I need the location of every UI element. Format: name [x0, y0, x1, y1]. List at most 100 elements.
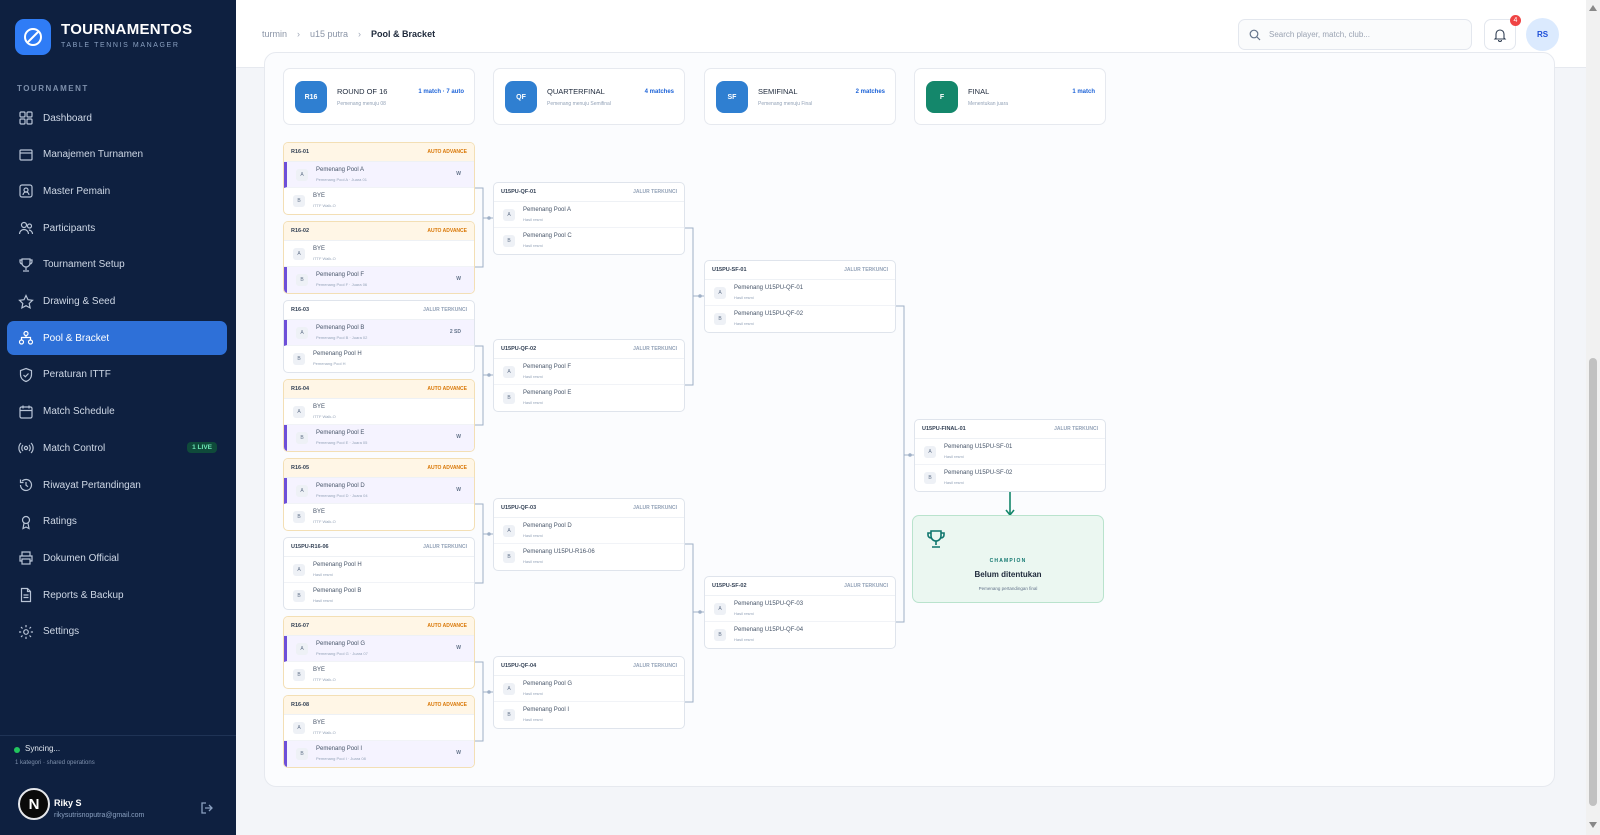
- round-header-f: F FINAL Menentukan juara 1 match: [914, 68, 1106, 125]
- match-card-r16[interactable]: R16-01 AUTO ADVANCE A Pemenang Pool A Pe…: [283, 142, 475, 215]
- match-slot[interactable]: A Pemenang Pool G Hasil resmi: [494, 676, 684, 702]
- sync-status: Syncing...: [25, 744, 61, 753]
- match-slot[interactable]: A Pemenang Pool D Hasil resmi: [494, 518, 684, 544]
- slot-note: Hasil resmi: [944, 480, 964, 485]
- sidebar-item-match-schedule[interactable]: Match Schedule: [7, 395, 227, 429]
- match-card-qf[interactable]: U15PU-QF-02 JALUR TERKUNCI A Pemenang Po…: [493, 339, 685, 412]
- match-card-sf[interactable]: U15PU-SF-02 JALUR TERKUNCI A Pemenang U1…: [704, 576, 896, 649]
- slot-note: Pemenang Pool E · Juara 05: [316, 440, 368, 445]
- app-name: TOURNAMENTOS: [61, 21, 193, 38]
- slot-player: Pemenang Pool F: [523, 364, 572, 370]
- match-slot[interactable]: B BYE ITTF Walk-O: [284, 188, 474, 214]
- slot-player: BYE: [313, 667, 326, 673]
- sidebar-item-riwayat-pertandingan[interactable]: Riwayat Pertandingan: [7, 468, 227, 502]
- breadcrumb-item-category[interactable]: u15 putra: [310, 29, 348, 39]
- match-slot[interactable]: B Pemenang Pool E Hasil resmi: [494, 385, 684, 411]
- champion-subtitle: Pemenang pertandingan final: [978, 586, 1038, 591]
- sidebar-item-peraturan-ittf[interactable]: Peraturan ITTF: [7, 358, 227, 392]
- match-slot[interactable]: A Pemenang Pool F Hasil resmi: [494, 359, 684, 385]
- match-slot[interactable]: A Pemenang Pool A Hasil resmi: [494, 202, 684, 228]
- breadcrumb-item-tournament[interactable]: turmin: [262, 29, 287, 39]
- round-code-badge: F: [926, 81, 958, 113]
- sidebar-item-tournament-setup[interactable]: Tournament Setup: [7, 248, 227, 282]
- notification-badge: 4: [1510, 15, 1521, 26]
- sidebar-item-manajemen-turnamen[interactable]: Manajemen Turnamen: [7, 138, 227, 172]
- match-slot[interactable]: A Pemenang Pool B Pemenang Pool B · Juar…: [284, 320, 474, 346]
- match-card-r16[interactable]: R16-03 JALUR TERKUNCI A Pemenang Pool B …: [283, 300, 475, 373]
- slot-note: Hasil resmi: [523, 717, 543, 722]
- match-slot[interactable]: B Pemenang Pool B Hasil resmi: [284, 583, 474, 609]
- slot-note: Hasil resmi: [523, 533, 543, 538]
- app-logo[interactable]: [15, 19, 51, 55]
- match-card-r16[interactable]: R16-05 AUTO ADVANCE A Pemenang Pool D Pe…: [283, 458, 475, 531]
- slot-player: Pemenang Pool E: [523, 390, 572, 396]
- slot-note: Hasil resmi: [523, 400, 543, 405]
- round-count: 1 match: [1072, 89, 1095, 95]
- match-card-qf[interactable]: U15PU-QF-03 JALUR TERKUNCI A Pemenang Po…: [493, 498, 685, 571]
- match-card-r16[interactable]: R16-08 AUTO ADVANCE A BYE ITTF Walk-O B …: [283, 695, 475, 768]
- sidebar-item-ratings[interactable]: Ratings: [7, 505, 227, 539]
- sidebar-item-drawing-seed[interactable]: Drawing & Seed: [7, 285, 227, 319]
- match-status-tag: JALUR TERKUNCI: [844, 267, 888, 273]
- match-slot[interactable]: B BYE ITTF Walk-O: [284, 662, 474, 688]
- scrollbar-thumb[interactable]: [1589, 358, 1597, 806]
- match-slot[interactable]: A Pemenang U15PU-QF-03 Hasil resmi: [705, 596, 895, 622]
- search-input[interactable]: Search player, match, club...: [1238, 19, 1472, 50]
- match-card-qf[interactable]: U15PU-QF-01 JALUR TERKUNCI A Pemenang Po…: [493, 182, 685, 255]
- slot-seed: A: [296, 643, 308, 655]
- match-slot[interactable]: B Pemenang U15PU-QF-02 Hasil resmi: [705, 306, 895, 332]
- match-card-final[interactable]: U15PU-FINAL-01 JALUR TERKUNCI A Pemenang…: [914, 419, 1106, 492]
- user-avatar[interactable]: N: [18, 788, 50, 820]
- profile-avatar[interactable]: RS: [1526, 18, 1559, 51]
- match-card-r16[interactable]: R16-04 AUTO ADVANCE A BYE ITTF Walk-O B …: [283, 379, 475, 452]
- breadcrumb-item-current: Pool & Bracket: [371, 29, 436, 39]
- match-card-qf[interactable]: U15PU-QF-04 JALUR TERKUNCI A Pemenang Po…: [493, 656, 685, 729]
- slot-seed: A: [714, 287, 726, 299]
- match-slot[interactable]: B Pemenang Pool E Pemenang Pool E · Juar…: [284, 425, 474, 451]
- sidebar-item-match-control[interactable]: Match Control 1 LIVE: [7, 431, 227, 465]
- trophy-icon: [19, 258, 33, 272]
- scroll-down-arrow[interactable]: [1589, 822, 1597, 828]
- round-header-r16: R16 ROUND OF 16 Pemenang menuju 08 1 mat…: [283, 68, 475, 125]
- scroll-up-arrow[interactable]: [1589, 5, 1597, 11]
- sidebar-item-dokumen-official[interactable]: Dokumen Official: [7, 541, 227, 575]
- slot-player: Pemenang Pool B: [316, 325, 365, 331]
- match-slot[interactable]: A Pemenang Pool D Pemenang Pool D · Juar…: [284, 478, 474, 504]
- match-slot[interactable]: B Pemenang Pool F Pemenang Pool F · Juar…: [284, 267, 474, 293]
- match-slot[interactable]: B Pemenang Pool I Hasil resmi: [494, 702, 684, 728]
- slot-score: W: [456, 645, 461, 651]
- match-slot[interactable]: A BYE ITTF Walk-O: [284, 241, 474, 267]
- match-slot[interactable]: B Pemenang Pool H Pemenang Pool H: [284, 346, 474, 372]
- match-slot[interactable]: A Pemenang U15PU-QF-01 Hasil resmi: [705, 280, 895, 306]
- match-slot[interactable]: A Pemenang U15PU-SF-01 Hasil resmi: [915, 439, 1105, 465]
- page-scrollbar[interactable]: [1586, 0, 1600, 835]
- match-slot[interactable]: A Pemenang Pool G Pemenang Pool G · Juar…: [284, 636, 474, 662]
- match-slot[interactable]: A Pemenang Pool A Pemenang Pool A · Juar…: [284, 162, 474, 188]
- slot-seed: A: [714, 603, 726, 615]
- match-slot[interactable]: B Pemenang U15PU-SF-02 Hasil resmi: [915, 465, 1105, 491]
- match-slot[interactable]: B Pemenang U15PU-R16-06 Hasil resmi: [494, 544, 684, 570]
- match-slot[interactable]: A BYE ITTF Walk-O: [284, 399, 474, 425]
- match-card-r16[interactable]: R16-02 AUTO ADVANCE A BYE ITTF Walk-O B …: [283, 221, 475, 294]
- sidebar-item-master-pemain[interactable]: Master Pemain: [7, 174, 227, 208]
- sidebar-item-settings[interactable]: Settings: [7, 615, 227, 649]
- match-slot[interactable]: B Pemenang Pool C Hasil resmi: [494, 228, 684, 254]
- match-slot[interactable]: A BYE ITTF Walk-O: [284, 715, 474, 741]
- id-card-icon: [19, 184, 33, 198]
- slot-note: Hasil resmi: [523, 243, 543, 248]
- logout-icon[interactable]: [200, 801, 214, 815]
- match-slot[interactable]: B Pemenang U15PU-QF-04 Hasil resmi: [705, 622, 895, 648]
- match-slot[interactable]: A Pemenang Pool H Hasil resmi: [284, 557, 474, 583]
- match-card-r16[interactable]: R16-07 AUTO ADVANCE A Pemenang Pool G Pe…: [283, 616, 475, 689]
- match-slot[interactable]: B Pemenang Pool I Pemenang Pool I · Juar…: [284, 741, 474, 767]
- match-card-r16[interactable]: U15PU-R16-06 JALUR TERKUNCI A Pemenang P…: [283, 537, 475, 610]
- slot-seed: A: [503, 366, 515, 378]
- match-card-sf[interactable]: U15PU-SF-01 JALUR TERKUNCI A Pemenang U1…: [704, 260, 896, 333]
- slot-player: Pemenang U15PU-SF-02: [944, 470, 1013, 476]
- sidebar-item-dashboard[interactable]: Dashboard: [7, 101, 227, 135]
- sidebar-item-reports-backup[interactable]: Reports & Backup: [7, 578, 227, 612]
- sidebar-item-pool-bracket[interactable]: Pool & Bracket: [7, 321, 227, 356]
- sidebar-item-participants[interactable]: Participants: [7, 211, 227, 245]
- match-slot[interactable]: B BYE ITTF Walk-O: [284, 504, 474, 530]
- match-status-tag: JALUR TERKUNCI: [633, 189, 677, 195]
